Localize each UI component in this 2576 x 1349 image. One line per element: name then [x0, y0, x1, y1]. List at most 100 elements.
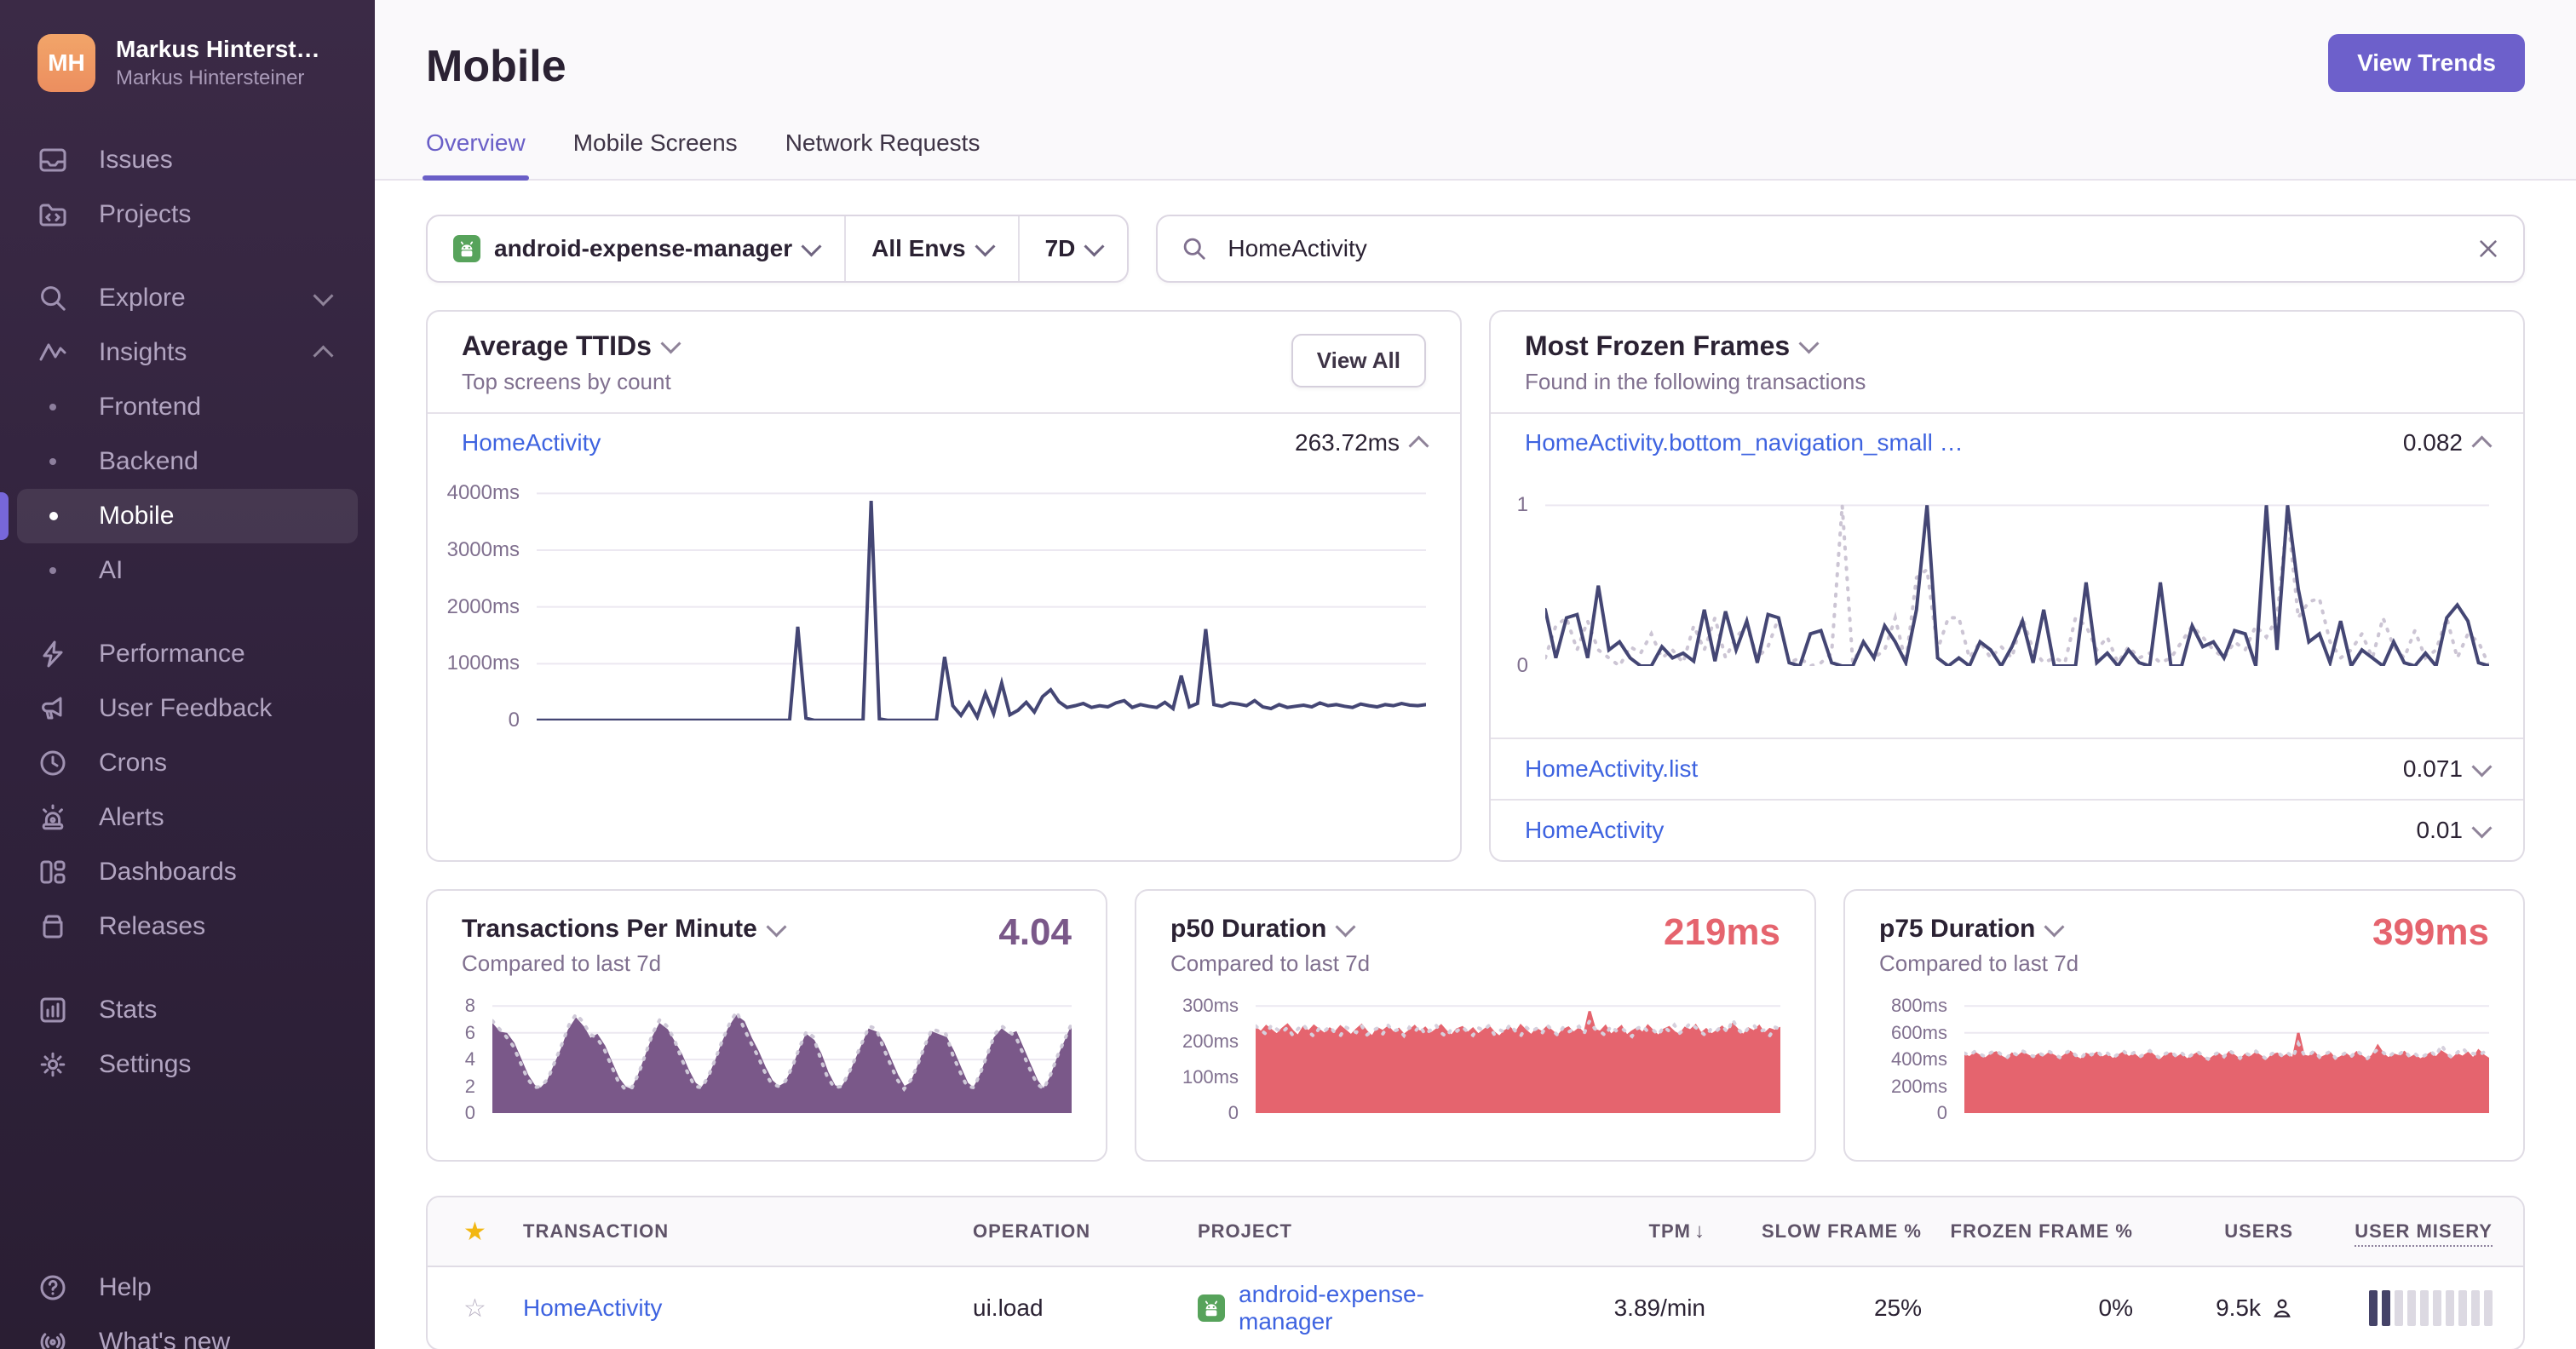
search-icon — [37, 283, 68, 313]
frozen-rate-value: 0.071 — [2402, 755, 2463, 782]
transaction-link[interactable]: HomeActivity — [462, 429, 601, 456]
sidebar-item-issues[interactable]: Issues — [0, 133, 375, 187]
sidebar-item-help[interactable]: Help — [0, 1260, 375, 1315]
sidebar-item-label: Frontend — [99, 393, 202, 421]
help-icon — [37, 1272, 68, 1303]
p50-chart[interactable]: 300ms 200ms 100ms 0 — [1170, 995, 1780, 1123]
collapse-icon[interactable] — [1408, 434, 1429, 456]
transaction-link[interactable]: HomeActivity — [523, 1294, 662, 1321]
chevron-down-icon — [660, 333, 681, 354]
tab-bar: Overview Mobile Screens Network Requests — [422, 129, 2525, 181]
chevron-down-icon — [766, 916, 787, 938]
sidebar-item-settings[interactable]: Settings — [0, 1037, 375, 1092]
project-filter[interactable]: android-expense-manager — [428, 216, 844, 281]
column-slow-frame[interactable]: SLOW FRAME % — [1705, 1220, 1922, 1243]
sidebar-item-label: Stats — [99, 996, 158, 1024]
megaphone-icon — [37, 693, 68, 724]
sidebar-item-mobile[interactable]: Mobile — [17, 489, 358, 543]
most-frozen-frames-card: Most Frozen Frames Found in the followin… — [1489, 310, 2525, 862]
sidebar-item-frontend[interactable]: Frontend — [0, 380, 375, 434]
tab-network-requests[interactable]: Network Requests — [785, 129, 980, 179]
sidebar-item-insights[interactable]: Insights — [0, 325, 375, 380]
sidebar-item-user-feedback[interactable]: User Feedback — [0, 681, 375, 736]
sidebar-item-label: What's new — [99, 1328, 231, 1349]
star-filled-icon[interactable]: ★ — [463, 1218, 487, 1246]
environment-filter[interactable]: All Envs — [846, 216, 1017, 281]
column-project[interactable]: PROJECT — [1198, 1220, 1487, 1243]
most-frozen-frames-title[interactable]: Most Frozen Frames — [1525, 330, 2489, 362]
search-bar — [1156, 215, 2525, 283]
transaction-link[interactable]: HomeActivity — [1525, 817, 1664, 844]
dashboards-icon — [37, 857, 68, 887]
expand-icon[interactable] — [2471, 817, 2493, 839]
sidebar-item-dashboards[interactable]: Dashboards — [0, 845, 375, 899]
page-title: Mobile — [426, 42, 566, 91]
sidebar-item-backend[interactable]: Backend — [0, 434, 375, 489]
transaction-link[interactable]: HomeActivity.bottom_navigation_small … — [1525, 429, 1964, 456]
sidebar-item-whats-new[interactable]: What's new — [0, 1315, 375, 1349]
org-switcher[interactable]: MH Markus Hinterst… Markus Hintersteiner — [0, 0, 375, 119]
page-header: Mobile View Trends Overview Mobile Scree… — [375, 0, 2576, 181]
sidebar-item-label: Performance — [99, 640, 245, 668]
sidebar-item-alerts[interactable]: Alerts — [0, 790, 375, 845]
project-link[interactable]: android-expense-manager — [1239, 1281, 1487, 1335]
user-misery-bars — [2293, 1290, 2493, 1326]
date-range-filter[interactable]: 7D — [1020, 216, 1128, 281]
transaction-link[interactable]: HomeActivity.list — [1525, 755, 1698, 783]
sidebar-item-stats[interactable]: Stats — [0, 983, 375, 1037]
date-range-value: 7D — [1044, 235, 1076, 261]
average-ttids-title[interactable]: Average TTIDs — [462, 330, 1426, 362]
frozen-transaction-row: HomeActivity 0.01 — [1491, 799, 2523, 860]
frozen-frames-chart[interactable]: 10 — [1504, 493, 2489, 677]
column-tpm[interactable]: TPM ↓ — [1487, 1220, 1705, 1243]
avatar: MH — [37, 34, 95, 92]
tpm-cell: 3.89/min — [1613, 1294, 1705, 1321]
sidebar-item-label: Crons — [99, 749, 168, 777]
lightning-icon — [37, 639, 68, 669]
column-transaction[interactable]: TRANSACTION — [523, 1220, 973, 1243]
tab-mobile-screens[interactable]: Mobile Screens — [573, 129, 738, 179]
card-title-text: p50 Duration — [1170, 915, 1327, 943]
sidebar-item-label: Mobile — [99, 502, 175, 530]
tpm-chart[interactable]: 86420 — [462, 995, 1072, 1123]
view-trends-button[interactable]: View Trends — [2328, 34, 2525, 92]
chevron-up-icon — [313, 344, 334, 366]
sidebar-item-label: Dashboards — [99, 858, 237, 886]
insights-icon — [37, 337, 68, 368]
clear-search-icon[interactable] — [2477, 238, 2499, 260]
search-input[interactable] — [1224, 233, 2460, 264]
column-operation[interactable]: OPERATION — [973, 1220, 1198, 1243]
sidebar-item-crons[interactable]: Crons — [0, 736, 375, 790]
avg-ttids-chart[interactable]: 4000ms 3000ms 2000ms 1000ms 0 — [441, 481, 1426, 732]
bullet-icon — [49, 458, 56, 465]
chevron-down-icon — [975, 235, 996, 257]
main-area: Mobile View Trends Overview Mobile Scree… — [375, 0, 2576, 1349]
slow-frame-cell: 25% — [1873, 1294, 1922, 1321]
sidebar: MH Markus Hinterst… Markus Hintersteiner… — [0, 0, 375, 1349]
column-frozen-frame[interactable]: FROZEN FRAME % — [1922, 1220, 2133, 1243]
collapse-icon[interactable] — [2471, 434, 2493, 456]
chevron-down-icon — [1335, 916, 1356, 938]
sidebar-item-releases[interactable]: Releases — [0, 899, 375, 954]
sidebar-item-projects[interactable]: Projects — [0, 187, 375, 242]
p50-value: 219ms — [1663, 911, 1780, 953]
p75-chart[interactable]: 800ms 600ms 400ms 200ms 0 — [1879, 995, 2489, 1123]
sidebar-item-performance[interactable]: Performance — [0, 627, 375, 681]
tab-overview[interactable]: Overview — [422, 129, 530, 181]
column-user-misery[interactable]: USER MISERY — [2293, 1220, 2493, 1247]
user-icon — [2271, 1297, 2293, 1319]
expand-icon[interactable] — [2471, 755, 2493, 778]
sidebar-item-ai[interactable]: AI — [0, 543, 375, 598]
star-outline-icon[interactable]: ☆ — [463, 1294, 486, 1323]
broadcast-icon — [37, 1327, 68, 1349]
search-icon — [1182, 236, 1207, 261]
users-count: 9.5k — [2216, 1294, 2261, 1321]
column-users[interactable]: USERS — [2133, 1220, 2293, 1243]
frozen-transaction-row: HomeActivity.list 0.071 — [1491, 738, 2523, 799]
frozen-frame-cell: 0% — [2098, 1294, 2133, 1321]
card-title-text: Transactions Per Minute — [462, 915, 757, 943]
tpm-title[interactable]: Transactions Per Minute — [462, 915, 1072, 944]
sidebar-item-explore[interactable]: Explore — [0, 271, 375, 325]
chevron-down-icon — [801, 235, 822, 257]
view-all-button[interactable]: View All — [1291, 334, 1426, 387]
